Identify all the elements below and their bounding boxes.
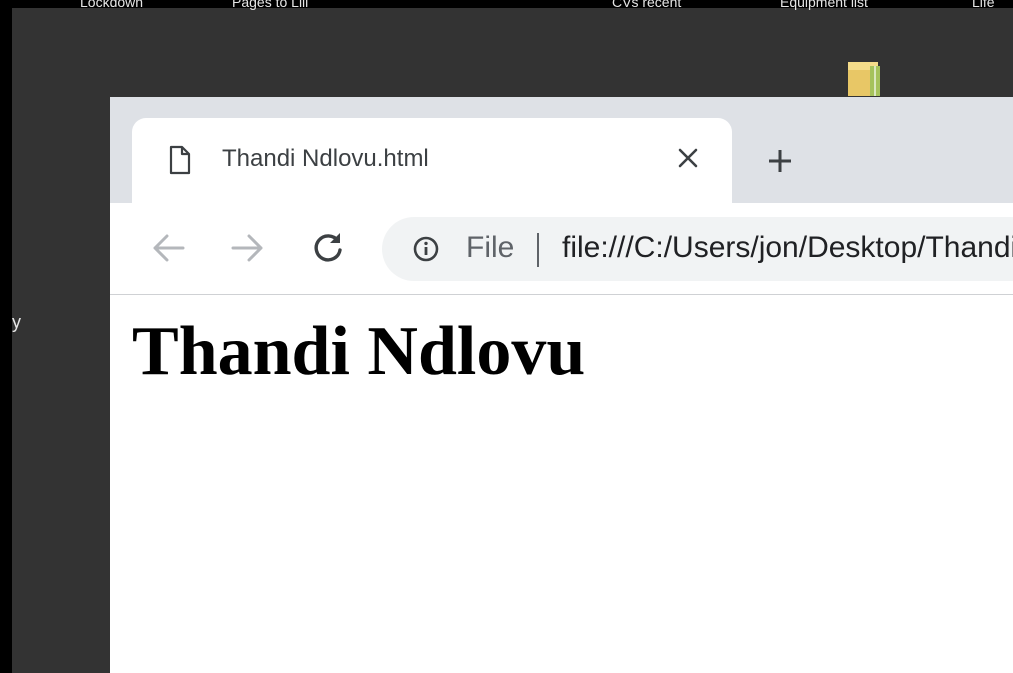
document-icon xyxy=(169,145,191,175)
browser-window: Thandi Ndlovu.html File file:///C:/Users… xyxy=(110,97,1013,673)
plus-icon xyxy=(769,150,791,172)
desktop-item-label[interactable]: Life xyxy=(972,0,995,10)
scheme-chip[interactable]: File xyxy=(466,231,514,265)
desktop-left-edge xyxy=(0,0,12,673)
back-arrow-icon xyxy=(153,234,185,262)
desktop-item-label[interactable]: Lockdown xyxy=(80,0,143,10)
desktop-item-label[interactable]: Pages to Lili xyxy=(232,0,308,10)
reload-icon xyxy=(314,233,342,262)
chip-separator xyxy=(537,233,539,267)
desktop-item-label[interactable]: Equipment list xyxy=(780,0,868,10)
page-content: Thandi Ndlovu xyxy=(110,295,1013,673)
url-text[interactable]: file:///C:/Users/jon/Desktop/Thandi Ndlo… xyxy=(562,231,1013,265)
desktop-partial-label: y xyxy=(12,312,21,332)
folder-icon[interactable] xyxy=(846,58,884,98)
forward-arrow-icon xyxy=(231,234,263,262)
page-heading: Thandi Ndlovu xyxy=(132,313,586,390)
desktop-item-label[interactable]: CVs recent xyxy=(612,0,681,10)
desktop: Lockdown Pages to Lili CVs recent Equipm… xyxy=(0,0,1013,673)
forward-button[interactable] xyxy=(225,225,271,271)
tab-active[interactable]: Thandi Ndlovu.html xyxy=(132,118,732,203)
new-tab-button[interactable] xyxy=(760,141,800,181)
tab-strip: Thandi Ndlovu.html xyxy=(110,97,1013,203)
close-icon xyxy=(678,148,698,168)
navigation-toolbar: File file:///C:/Users/jon/Desktop/Thandi… xyxy=(110,203,1013,295)
tab-close-button[interactable] xyxy=(670,140,706,176)
reload-button[interactable] xyxy=(305,225,351,271)
info-icon[interactable] xyxy=(412,235,440,263)
back-button[interactable] xyxy=(145,225,191,271)
address-bar[interactable]: File file:///C:/Users/jon/Desktop/Thandi… xyxy=(382,217,1013,281)
tab-title: Thandi Ndlovu.html xyxy=(222,145,429,172)
